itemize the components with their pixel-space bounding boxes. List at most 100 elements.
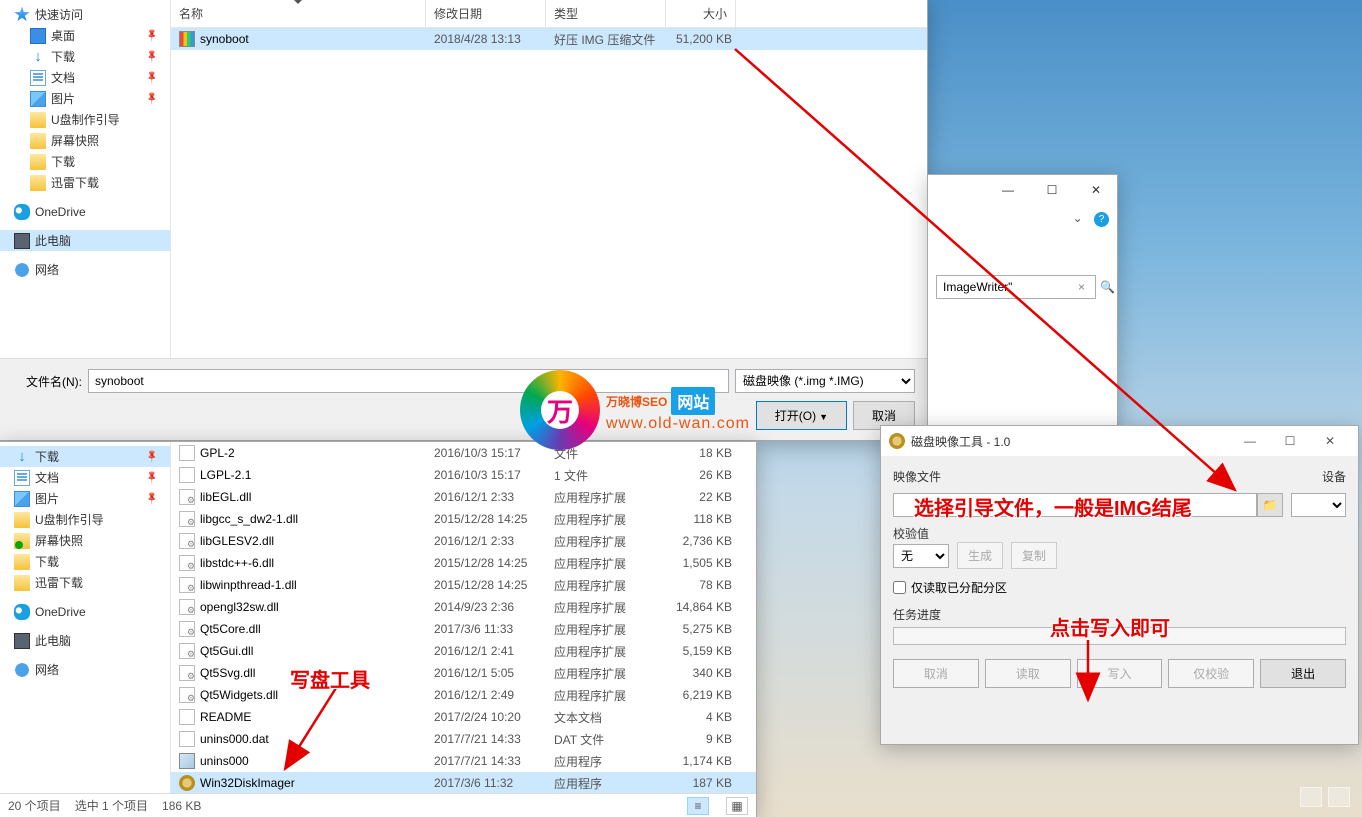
file-row[interactable]: unins000.dat2017/7/21 14:33DAT 文件9 KB: [171, 728, 756, 750]
window-controls: — ☐ ✕: [928, 175, 1117, 205]
generate-button[interactable]: 生成: [957, 542, 1003, 569]
write-button[interactable]: 写入: [1077, 659, 1163, 688]
file-row[interactable]: unins0002017/7/21 14:33应用程序1,174 KB: [171, 750, 756, 772]
doc-icon: [30, 70, 46, 86]
tray-icon[interactable]: [1300, 787, 1322, 807]
onedrive-icon: [14, 604, 30, 620]
file-date: 2016/12/1 2:33: [426, 534, 546, 548]
minimize-icon[interactable]: —: [1230, 434, 1270, 448]
open-button[interactable]: 打开(O)▼: [756, 401, 847, 430]
file-row[interactable]: libwinpthread-1.dll2015/12/28 14:25应用程序扩…: [171, 574, 756, 596]
view-icons-button[interactable]: ▦: [726, 797, 748, 815]
sidebar-item[interactable]: 下载: [0, 151, 170, 172]
file-row[interactable]: Win32DiskImager2017/3/6 11:32应用程序187 KB: [171, 772, 756, 794]
chevron-down-icon[interactable]: ⌄: [1073, 211, 1083, 225]
file-row[interactable]: Qt5Widgets.dll2016/12/1 2:49应用程序扩展6,219 …: [171, 684, 756, 706]
hash-select[interactable]: 无: [893, 544, 949, 568]
verify-button[interactable]: 仅校验: [1168, 659, 1254, 688]
sidebar-item[interactable]: OneDrive: [0, 601, 170, 622]
sidebar-item[interactable]: 桌面: [0, 25, 170, 46]
file-row[interactable]: Qt5Svg.dll2016/12/1 5:05应用程序扩展340 KB: [171, 662, 756, 684]
sidebar-item[interactable]: 迅雷下载: [0, 172, 170, 193]
sidebar-item[interactable]: 网络: [0, 659, 170, 680]
status-selected: 选中 1 个项目: [75, 797, 148, 814]
annotation-write: 点击写入即可: [1050, 612, 1170, 641]
col-date[interactable]: 修改日期: [426, 0, 546, 27]
onedrive-icon: [14, 204, 30, 220]
file-date: 2016/12/1 2:33: [426, 490, 546, 504]
file-row[interactable]: synoboot2018/4/28 13:13好压 IMG 压缩文件51,200…: [171, 28, 927, 50]
window-title: 磁盘映像工具 - 1.0: [911, 433, 1230, 450]
sidebar-item[interactable]: 图片: [0, 488, 170, 509]
copy-button[interactable]: 复制: [1011, 542, 1057, 569]
cancel-button[interactable]: 取消: [893, 659, 979, 688]
folder-icon: [14, 575, 30, 591]
file-row[interactable]: Qt5Gui.dll2016/12/1 2:41应用程序扩展5,159 KB: [171, 640, 756, 662]
file-name: Qt5Widgets.dll: [200, 688, 278, 702]
file-size: 118 KB: [666, 512, 736, 526]
file-row[interactable]: LGPL-2.12016/10/3 15:171 文件26 KB: [171, 464, 756, 486]
file-row[interactable]: Qt5Core.dll2017/3/6 11:33应用程序扩展5,275 KB: [171, 618, 756, 640]
filename-label: 文件名(N):: [12, 373, 82, 390]
browse-button[interactable]: 📁: [1257, 493, 1283, 517]
view-details-button[interactable]: ≡: [687, 797, 709, 815]
col-type[interactable]: 类型: [546, 0, 666, 27]
file-row[interactable]: libgcc_s_dw2-1.dll2015/12/28 14:25应用程序扩展…: [171, 508, 756, 530]
sidebar-item[interactable]: 图片: [0, 88, 170, 109]
sidebar-item[interactable]: 下载: [0, 551, 170, 572]
close-icon[interactable]: ✕: [1310, 434, 1350, 448]
sidebar-item[interactable]: 快速访问: [0, 4, 170, 25]
sidebar-item[interactable]: 迅雷下载: [0, 572, 170, 593]
col-name[interactable]: 名称: [171, 0, 426, 27]
minimize-icon[interactable]: —: [993, 183, 1023, 197]
exit-button[interactable]: 退出: [1260, 659, 1346, 688]
sidebar-item-label: 文档: [51, 69, 75, 86]
folder-icon: [30, 133, 46, 149]
file-size: 340 KB: [666, 666, 736, 680]
status-bar: 20 个项目 选中 1 个项目 186 KB ≡ ▦: [0, 793, 756, 817]
sidebar-item[interactable]: ↓下载: [0, 446, 170, 467]
sidebar-item[interactable]: 文档: [0, 467, 170, 488]
sidebar-item[interactable]: 网络: [0, 259, 170, 280]
device-select[interactable]: [1291, 493, 1346, 517]
read-only-checkbox[interactable]: [893, 581, 906, 594]
sidebar-item[interactable]: 此电脑: [0, 230, 170, 251]
maximize-icon[interactable]: ☐: [1270, 434, 1310, 448]
search-input[interactable]: [936, 275, 1096, 299]
file-name: Qt5Core.dll: [200, 622, 261, 636]
file-icon: [179, 643, 195, 659]
filename-input[interactable]: [88, 369, 729, 393]
file-row[interactable]: GPL-22016/10/3 15:17文件18 KB: [171, 442, 756, 464]
file-type: 应用程序: [546, 753, 666, 770]
file-name: LGPL-2.1: [200, 468, 251, 482]
file-row[interactable]: libGLESV2.dll2016/12/1 2:33应用程序扩展2,736 K…: [171, 530, 756, 552]
open-panel: 文件名(N): 磁盘映像 (*.img *.IMG) 打开(O)▼ 取消: [0, 358, 927, 440]
file-name: libgcc_s_dw2-1.dll: [200, 512, 298, 526]
folder-icon: [30, 175, 46, 191]
filetype-filter[interactable]: 磁盘映像 (*.img *.IMG): [735, 369, 915, 393]
sidebar-item[interactable]: ↓下载: [0, 46, 170, 67]
help-icon[interactable]: ?: [1094, 212, 1109, 227]
maximize-icon[interactable]: ☐: [1037, 183, 1067, 197]
file-type: 应用程序扩展: [546, 621, 666, 638]
sidebar-item[interactable]: 文档: [0, 67, 170, 88]
search-icon[interactable]: 🔍: [1100, 280, 1115, 294]
sidebar-item[interactable]: 屏幕快照: [0, 530, 170, 551]
read-button[interactable]: 读取: [985, 659, 1071, 688]
tray-icon[interactable]: [1328, 787, 1350, 807]
sidebar-item[interactable]: 此电脑: [0, 630, 170, 651]
sidebar-item[interactable]: OneDrive: [0, 201, 170, 222]
file-row[interactable]: libEGL.dll2016/12/1 2:33应用程序扩展22 KB: [171, 486, 756, 508]
file-row[interactable]: README2017/2/24 10:20文本文档4 KB: [171, 706, 756, 728]
column-headers[interactable]: 名称 修改日期 类型 大小: [171, 0, 927, 28]
file-row[interactable]: libstdc++-6.dll2015/12/28 14:25应用程序扩展1,5…: [171, 552, 756, 574]
sidebar-item[interactable]: U盘制作引导: [0, 509, 170, 530]
explorer-window-bottom: ↓下载文档图片U盘制作引导屏幕快照下载迅雷下载 OneDrive 此电脑网络 GPL…: [0, 441, 757, 817]
sidebar-item[interactable]: 屏幕快照: [0, 130, 170, 151]
search-clear-icon[interactable]: ×: [1078, 280, 1085, 294]
file-date: 2017/7/21 14:33: [426, 732, 546, 746]
col-size[interactable]: 大小: [666, 0, 736, 27]
sidebar-item[interactable]: U盘制作引导: [0, 109, 170, 130]
close-icon[interactable]: ✕: [1081, 183, 1111, 197]
file-row[interactable]: opengl32sw.dll2014/9/23 2:36应用程序扩展14,864…: [171, 596, 756, 618]
